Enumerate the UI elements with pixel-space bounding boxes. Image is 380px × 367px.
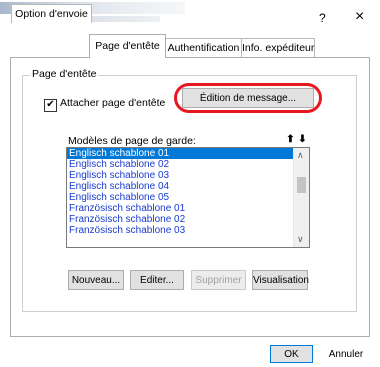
new-template-button[interactable]: Nouveau... bbox=[68, 270, 124, 290]
list-item[interactable]: Englisch schablone 03 bbox=[67, 170, 309, 181]
tab-page-entete[interactable]: Page d'entête bbox=[89, 34, 166, 58]
tab-option-envoie[interactable]: Option d'envoie bbox=[11, 4, 92, 23]
group-title: Page d'entête bbox=[30, 68, 99, 80]
list-item[interactable]: Englisch schablone 05 bbox=[67, 192, 309, 203]
templates-label: Modèles de page de garde: bbox=[68, 135, 196, 147]
attach-cover-label: Attacher page d'entête bbox=[60, 97, 166, 109]
edit-template-button[interactable]: Editer... bbox=[130, 270, 184, 290]
help-button[interactable]: ? bbox=[319, 11, 326, 25]
templates-listbox[interactable]: Englisch schablone 01 Englisch schablone… bbox=[66, 147, 310, 248]
listbox-scrollbar[interactable]: ∧ ∨ bbox=[293, 148, 309, 247]
scroll-thumb[interactable] bbox=[297, 177, 306, 193]
list-item[interactable]: Englisch schablone 02 bbox=[67, 159, 309, 170]
close-button[interactable]: × bbox=[355, 8, 364, 26]
preview-template-button[interactable]: Visualisation bbox=[252, 270, 309, 290]
move-down-icon[interactable]: ⬇ bbox=[297, 133, 308, 146]
highlight-ring bbox=[174, 83, 322, 113]
list-item[interactable]: Französisch schablone 02 bbox=[67, 214, 309, 225]
delete-template-button[interactable]: Supprimer bbox=[191, 270, 246, 290]
attach-cover-checkbox[interactable]: ✔ bbox=[44, 99, 57, 112]
list-item[interactable]: Französisch schablone 03 bbox=[67, 225, 309, 236]
list-item[interactable]: Französisch schablone 01 bbox=[67, 203, 309, 214]
ok-button[interactable]: OK bbox=[270, 345, 313, 363]
scroll-down-icon[interactable]: ∨ bbox=[297, 234, 304, 245]
tab-info-expediteur[interactable]: Info. expéditeur bbox=[241, 38, 315, 57]
list-item[interactable]: Englisch schablone 04 bbox=[67, 181, 309, 192]
cancel-button[interactable]: Annuler bbox=[321, 345, 371, 363]
list-item[interactable]: Englisch schablone 01 bbox=[67, 148, 309, 159]
move-up-icon[interactable]: ⬆ bbox=[285, 133, 296, 146]
tab-authentification[interactable]: Authentification bbox=[164, 38, 243, 57]
scroll-up-icon[interactable]: ∧ bbox=[297, 150, 304, 161]
